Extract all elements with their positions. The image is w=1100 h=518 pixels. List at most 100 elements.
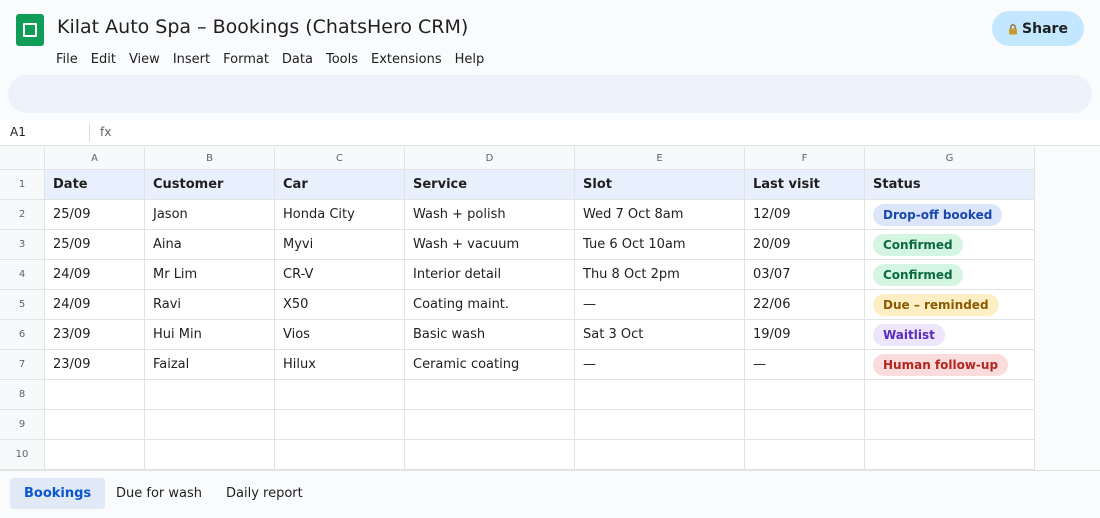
table-cell[interactable]: Wed 7 Oct 8am xyxy=(575,200,745,230)
table-cell[interactable]: Aina xyxy=(145,230,275,260)
header-cell-date[interactable]: Date xyxy=(45,170,145,200)
table-cell[interactable]: Myvi xyxy=(275,230,405,260)
table-cell[interactable]: Wash + polish xyxy=(405,200,575,230)
menu-view[interactable]: View xyxy=(129,52,160,67)
table-cell[interactable]: 23/09 xyxy=(45,320,145,350)
sheet-tab-bookings[interactable]: Bookings xyxy=(10,478,106,509)
header-cell-status[interactable]: Status xyxy=(865,170,1035,200)
menu-format[interactable]: Format xyxy=(223,52,269,67)
row-header-3[interactable]: 3 xyxy=(0,230,45,260)
row-header-2[interactable]: 2 xyxy=(0,200,45,230)
table-cell[interactable]: Human follow-up xyxy=(865,350,1035,380)
row-header-8[interactable]: 8 xyxy=(0,380,45,410)
empty-cell[interactable] xyxy=(145,440,275,470)
table-cell[interactable]: Ceramic coating xyxy=(405,350,575,380)
empty-cell[interactable] xyxy=(145,380,275,410)
empty-cell[interactable] xyxy=(745,410,865,440)
table-cell[interactable]: — xyxy=(575,350,745,380)
empty-cell[interactable] xyxy=(275,380,405,410)
table-cell[interactable]: 22/06 xyxy=(745,290,865,320)
empty-cell[interactable] xyxy=(405,440,575,470)
menu-data[interactable]: Data xyxy=(282,52,313,67)
empty-cell[interactable] xyxy=(575,410,745,440)
table-cell[interactable]: 19/09 xyxy=(745,320,865,350)
table-cell[interactable]: CR-V xyxy=(275,260,405,290)
table-cell[interactable]: — xyxy=(745,350,865,380)
sheet-tab-daily-report[interactable]: Daily report xyxy=(212,478,317,509)
table-cell[interactable]: — xyxy=(575,290,745,320)
row-header-1[interactable]: 1 xyxy=(0,170,45,200)
empty-cell[interactable] xyxy=(865,380,1035,410)
table-cell[interactable]: Ravi xyxy=(145,290,275,320)
table-cell[interactable]: Faizal xyxy=(145,350,275,380)
menu-insert[interactable]: Insert xyxy=(173,52,210,67)
empty-cell[interactable] xyxy=(745,440,865,470)
empty-cell[interactable] xyxy=(745,380,865,410)
menu-tools[interactable]: Tools xyxy=(326,52,358,67)
table-cell[interactable]: Sat 3 Oct xyxy=(575,320,745,350)
table-cell[interactable]: Mr Lim xyxy=(145,260,275,290)
empty-cell[interactable] xyxy=(45,410,145,440)
row-header-5[interactable]: 5 xyxy=(0,290,45,320)
table-cell[interactable]: 23/09 xyxy=(45,350,145,380)
table-cell[interactable]: Hilux xyxy=(275,350,405,380)
empty-cell[interactable] xyxy=(45,440,145,470)
header-cell-customer[interactable]: Customer xyxy=(145,170,275,200)
menu-extensions[interactable]: Extensions xyxy=(371,52,442,67)
menu-file[interactable]: File xyxy=(56,52,78,67)
column-header-d[interactable]: D xyxy=(405,147,575,170)
table-cell[interactable]: Tue 6 Oct 10am xyxy=(575,230,745,260)
menu-edit[interactable]: Edit xyxy=(91,52,116,67)
table-cell[interactable]: Honda City xyxy=(275,200,405,230)
row-header-6[interactable]: 6 xyxy=(0,320,45,350)
column-header-f[interactable]: F xyxy=(745,147,865,170)
table-cell[interactable]: Waitlist xyxy=(865,320,1035,350)
name-box[interactable]: A1 xyxy=(10,125,26,139)
table-cell[interactable]: Drop-off booked xyxy=(865,200,1035,230)
row-header-10[interactable]: 10 xyxy=(0,440,45,470)
table-cell[interactable]: 20/09 xyxy=(745,230,865,260)
table-cell[interactable]: Confirmed xyxy=(865,260,1035,290)
empty-cell[interactable] xyxy=(275,410,405,440)
row-header-7[interactable]: 7 xyxy=(0,350,45,380)
table-cell[interactable]: 25/09 xyxy=(45,230,145,260)
empty-cell[interactable] xyxy=(575,380,745,410)
header-cell-slot[interactable]: Slot xyxy=(575,170,745,200)
share-button[interactable]: Share xyxy=(992,11,1084,46)
table-cell[interactable]: X50 xyxy=(275,290,405,320)
table-cell[interactable]: Jason xyxy=(145,200,275,230)
table-cell[interactable]: Interior detail xyxy=(405,260,575,290)
empty-cell[interactable] xyxy=(405,380,575,410)
row-header-4[interactable]: 4 xyxy=(0,260,45,290)
empty-cell[interactable] xyxy=(45,380,145,410)
table-cell[interactable]: Coating maint. xyxy=(405,290,575,320)
table-cell[interactable]: Basic wash xyxy=(405,320,575,350)
empty-cell[interactable] xyxy=(275,440,405,470)
table-cell[interactable]: Wash + vacuum xyxy=(405,230,575,260)
document-title[interactable]: Kilat Auto Spa – Bookings (ChatsHero CRM… xyxy=(57,16,468,38)
table-cell[interactable]: 25/09 xyxy=(45,200,145,230)
sheet-tab-due-for-wash[interactable]: Due for wash xyxy=(102,478,216,509)
column-header-e[interactable]: E xyxy=(575,147,745,170)
header-cell-car[interactable]: Car xyxy=(275,170,405,200)
table-cell[interactable]: 12/09 xyxy=(745,200,865,230)
header-cell-last-visit[interactable]: Last visit xyxy=(745,170,865,200)
select-all-corner[interactable] xyxy=(0,147,45,170)
column-header-a[interactable]: A xyxy=(45,147,145,170)
empty-cell[interactable] xyxy=(575,440,745,470)
header-cell-service[interactable]: Service xyxy=(405,170,575,200)
column-header-b[interactable]: B xyxy=(145,147,275,170)
empty-cell[interactable] xyxy=(405,410,575,440)
table-cell[interactable]: Confirmed xyxy=(865,230,1035,260)
table-cell[interactable]: 24/09 xyxy=(45,290,145,320)
table-cell[interactable]: Vios xyxy=(275,320,405,350)
table-cell[interactable]: Thu 8 Oct 2pm xyxy=(575,260,745,290)
table-cell[interactable]: 03/07 xyxy=(745,260,865,290)
empty-cell[interactable] xyxy=(145,410,275,440)
sheets-logo-icon[interactable] xyxy=(16,14,44,46)
column-header-c[interactable]: C xyxy=(275,147,405,170)
table-cell[interactable]: Hui Min xyxy=(145,320,275,350)
empty-cell[interactable] xyxy=(865,410,1035,440)
table-cell[interactable]: Due – reminded xyxy=(865,290,1035,320)
column-header-g[interactable]: G xyxy=(865,147,1035,170)
